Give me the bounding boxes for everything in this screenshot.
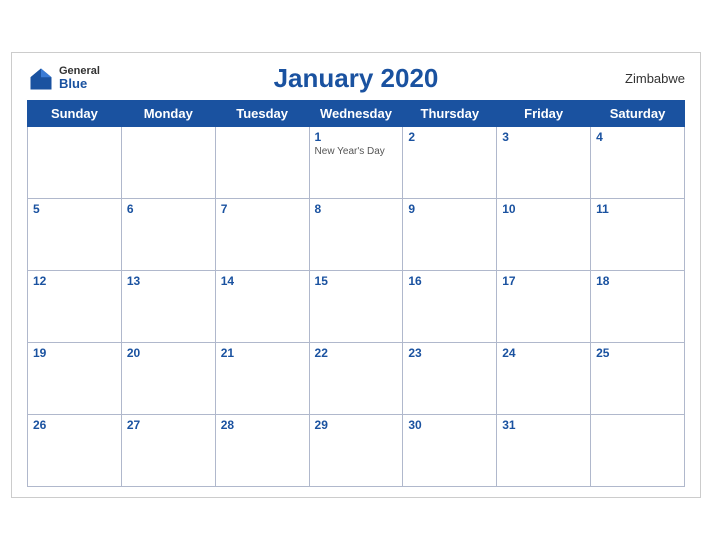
day-number: 28: [221, 418, 304, 432]
day-number: 27: [127, 418, 210, 432]
calendar-cell: 14: [215, 271, 309, 343]
day-number: 17: [502, 274, 585, 288]
calendar-cell: 18: [591, 271, 685, 343]
day-number: 6: [127, 202, 210, 216]
day-number: 18: [596, 274, 679, 288]
day-number: 1: [315, 130, 398, 144]
calendar-cell: 17: [497, 271, 591, 343]
day-number: 16: [408, 274, 491, 288]
calendar-cell: 16: [403, 271, 497, 343]
day-number: 4: [596, 130, 679, 144]
calendar-cell: 25: [591, 343, 685, 415]
calendar-week-row: 19 20 21 22 23 24 25: [28, 343, 685, 415]
day-number: 31: [502, 418, 585, 432]
calendar-cell: 13: [121, 271, 215, 343]
day-number: 10: [502, 202, 585, 216]
calendar-cell: 3: [497, 127, 591, 199]
day-number: 25: [596, 346, 679, 360]
logo: General Blue: [27, 65, 100, 93]
day-number: 3: [502, 130, 585, 144]
day-number: 2: [408, 130, 491, 144]
day-number: 11: [596, 202, 679, 216]
calendar-week-row: 12 13 14 15 16 17 18: [28, 271, 685, 343]
calendar-cell: [121, 127, 215, 199]
header-tuesday: Tuesday: [215, 101, 309, 127]
logo-text: General Blue: [59, 65, 100, 91]
calendar-grid: Sunday Monday Tuesday Wednesday Thursday…: [27, 100, 685, 487]
logo-icon: [27, 65, 55, 93]
calendar-cell: [591, 415, 685, 487]
day-number: 19: [33, 346, 116, 360]
calendar-cell: 8: [309, 199, 403, 271]
calendar-cell: 24: [497, 343, 591, 415]
calendar-week-row: 56789 10 11: [28, 199, 685, 271]
calendar-cell: 7: [215, 199, 309, 271]
day-number: 24: [502, 346, 585, 360]
calendar-week-row: 26 27 28 29 30 31: [28, 415, 685, 487]
day-number: 5: [33, 202, 116, 216]
day-number: 12: [33, 274, 116, 288]
day-number: 13: [127, 274, 210, 288]
calendar-cell: 23: [403, 343, 497, 415]
holiday-label: New Year's Day: [315, 146, 398, 157]
header-thursday: Thursday: [403, 101, 497, 127]
calendar-cell: 4: [591, 127, 685, 199]
header-saturday: Saturday: [591, 101, 685, 127]
calendar-cell: 31: [497, 415, 591, 487]
calendar-cell: 21: [215, 343, 309, 415]
calendar-header: General Blue January 2020 Zimbabwe: [27, 63, 685, 94]
calendar-cell: 12: [28, 271, 122, 343]
calendar-cell: 20: [121, 343, 215, 415]
calendar-cell: 26: [28, 415, 122, 487]
header-sunday: Sunday: [28, 101, 122, 127]
day-number: 20: [127, 346, 210, 360]
calendar-cell: 11: [591, 199, 685, 271]
header-wednesday: Wednesday: [309, 101, 403, 127]
calendar-cell: 5: [28, 199, 122, 271]
day-number: 29: [315, 418, 398, 432]
calendar-cell: [215, 127, 309, 199]
day-number: 30: [408, 418, 491, 432]
calendar-cell: [28, 127, 122, 199]
country-label: Zimbabwe: [625, 71, 685, 86]
day-number: 9: [408, 202, 491, 216]
logo-blue-text: Blue: [59, 77, 100, 91]
calendar-cell: 9: [403, 199, 497, 271]
calendar-cell: 28: [215, 415, 309, 487]
header-friday: Friday: [497, 101, 591, 127]
day-number: 21: [221, 346, 304, 360]
calendar-cell: 1 New Year's Day: [309, 127, 403, 199]
calendar-cell: 29: [309, 415, 403, 487]
calendar-cell: 27: [121, 415, 215, 487]
calendar-cell: 6: [121, 199, 215, 271]
day-number: 22: [315, 346, 398, 360]
day-number: 15: [315, 274, 398, 288]
calendar-cell: 19: [28, 343, 122, 415]
calendar-cell: 22: [309, 343, 403, 415]
day-number: 7: [221, 202, 304, 216]
header-monday: Monday: [121, 101, 215, 127]
day-number: 26: [33, 418, 116, 432]
day-number: 23: [408, 346, 491, 360]
calendar-cell: 10: [497, 199, 591, 271]
weekday-header-row: Sunday Monday Tuesday Wednesday Thursday…: [28, 101, 685, 127]
calendar-week-row: 1 New Year's Day 234: [28, 127, 685, 199]
calendar-container: General Blue January 2020 Zimbabwe Sunda…: [11, 52, 701, 498]
calendar-cell: 30: [403, 415, 497, 487]
calendar-cell: 2: [403, 127, 497, 199]
calendar-cell: 15: [309, 271, 403, 343]
day-number: 8: [315, 202, 398, 216]
day-number: 14: [221, 274, 304, 288]
calendar-title: January 2020: [274, 63, 439, 94]
